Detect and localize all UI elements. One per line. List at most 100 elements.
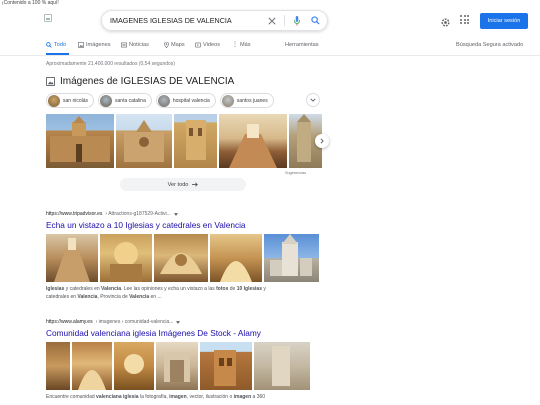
image-thumbnail[interactable] [46,234,98,282]
snippet-text: y [262,286,266,292]
search-icon [46,42,52,48]
search-input[interactable]: IMAGENES IGLESIAS DE VALENCIA [110,16,266,25]
result-domain: https://www.alamy.es [46,319,93,325]
snippet-bold: 10 Iglesias [236,286,262,292]
snippet-bold: imagen [169,394,187,400]
map-pin-icon [164,42,169,48]
result-stats: Aproximadamente 21.400.000 resultados (0… [46,61,175,67]
tab-maps[interactable]: Maps [164,42,185,48]
chip-thumbnail [100,94,113,107]
result-menu-icon[interactable] [176,320,181,324]
result-image-row [46,234,346,282]
snippet-bold: fotos [216,286,229,292]
image-thumbnail[interactable] [156,342,198,390]
result-path: › Attractions-g187529-Activi... [105,211,171,217]
chip-thumbnail [157,94,170,107]
tab-videos[interactable]: Videos [195,42,220,48]
top-note: ¡Contenido a 100 % aquí! [2,0,59,6]
result-snippet: Encuentre comunidad valenciana iglesia l… [46,394,346,402]
images-section-title: Imágenes de IGLESIAS DE VALENCIA [60,76,235,87]
chip-label: santos juanes [236,97,268,104]
snippet-text: catedrales en [46,293,78,300]
see-all-images-button[interactable]: Ver todo [120,178,246,191]
image-thumbnail[interactable] [114,342,154,390]
sign-in-button[interactable]: Iniciar sesión [480,13,528,29]
chip-hospital-valencia[interactable]: hospital valencia [155,93,216,108]
images-section-header[interactable]: Imágenes de IGLESIAS DE VALENCIA [46,76,234,87]
google-logo-broken-image-icon[interactable] [44,14,52,22]
result-menu-icon[interactable] [173,212,178,216]
tab-all[interactable]: Todo [46,42,66,48]
microphone-icon[interactable] [291,15,303,27]
snippet-bold: imagen [233,394,252,400]
safesearch-label: Búsqueda Segura activado [456,42,524,48]
snippet-bold: Iglesias [46,286,65,292]
image-thumbnail[interactable] [46,114,114,168]
tab-label: Todo [54,42,67,48]
snippet-text: Encuentre comunidad [46,394,97,400]
result-url[interactable]: https://www.alamy.es › imagenes › comuni… [46,319,346,325]
image-thumbnail[interactable] [72,342,112,390]
snippet-text: en ... [149,293,162,300]
result-url[interactable]: https://www.tripadvisor.es › Attractions… [46,211,346,217]
image-thumbnail[interactable] [174,114,217,168]
chip-santos-juanes[interactable]: santos juanes [219,93,274,108]
snippet-text: la fotografía, [138,394,170,400]
snippet-text: . Lee las opiniones y echa un vistazo a … [121,286,217,292]
image-thumbnail[interactable] [46,342,70,390]
snippet-text: a 360 [251,394,266,400]
chips-next-button[interactable] [306,93,320,107]
result-image-row [46,342,346,390]
video-icon [195,42,201,48]
tab-label: Videos [203,42,221,48]
image-thumbnail[interactable] [254,342,310,390]
chip-thumbnail [221,94,234,107]
image-icon [78,42,84,48]
snippet-text: y catedrales en [64,286,102,292]
result-title-link[interactable]: Comunidad valenciana iglesia Imágenes De… [46,328,346,338]
safesearch-status[interactable]: Búsqueda Segura activado [456,42,523,48]
result-snippet: Iglesias y catedrales en Valencia. Lee l… [46,286,346,301]
image-thumbnail[interactable] [210,234,262,282]
snippet-bold: Valencia [101,286,122,292]
tab-tools[interactable]: Herramientas [285,42,319,48]
news-icon [121,42,127,48]
image-icon [46,77,55,86]
search-tabs: Todo Imágenes Noticias Maps Videos ⋮ Más… [46,42,528,54]
related-chips: san nicolás santa catalina hospital vale… [46,93,274,108]
tab-label: Noticias [129,42,149,48]
carousel-next-button[interactable] [315,134,329,148]
arrow-right-icon [192,182,199,187]
chevron-right-icon [320,138,324,144]
image-thumbnail[interactable] [154,234,208,282]
chip-thumbnail [48,94,60,107]
image-thumbnail[interactable] [264,234,319,282]
search-result: https://www.tripadvisor.es › Attractions… [46,211,346,301]
header-divider [0,55,540,56]
more-icon: ⋮ [232,42,238,48]
chip-san-nicolas[interactable]: san nicolás [46,93,95,108]
image-thumbnail[interactable] [100,234,152,282]
search-bar[interactable]: IMAGENES IGLESIAS DE VALENCIA [101,10,328,31]
result-domain: https://www.tripadvisor.es [46,211,103,217]
search-icon[interactable] [309,15,321,27]
snippet-text: de [228,286,237,292]
suggestions-label[interactable]: Sugerencias [285,171,306,175]
clear-icon[interactable] [266,15,278,27]
tab-images[interactable]: Imágenes [78,42,111,48]
chip-santa-catalina[interactable]: santa catalina [98,93,152,108]
google-apps-icon[interactable] [460,15,469,24]
image-thumbnail[interactable] [219,114,287,168]
settings-gear-icon[interactable] [440,15,451,27]
image-thumbnail[interactable] [116,114,172,168]
result-title-link[interactable]: Echa un vistazo a 10 Iglesias y catedral… [46,220,346,230]
chip-label: hospital valencia [172,97,210,104]
tab-label: Herramientas [285,42,319,48]
search-result: https://www.alamy.es › imagenes › comuni… [46,319,346,402]
image-carousel [46,114,322,168]
image-thumbnail[interactable] [200,342,252,390]
result-path: › imagenes › comunidad-valencia... [95,319,174,325]
tab-more[interactable]: ⋮ Más [232,42,251,48]
tab-news[interactable]: Noticias [121,42,149,48]
chip-label: santa catalina [115,97,146,104]
